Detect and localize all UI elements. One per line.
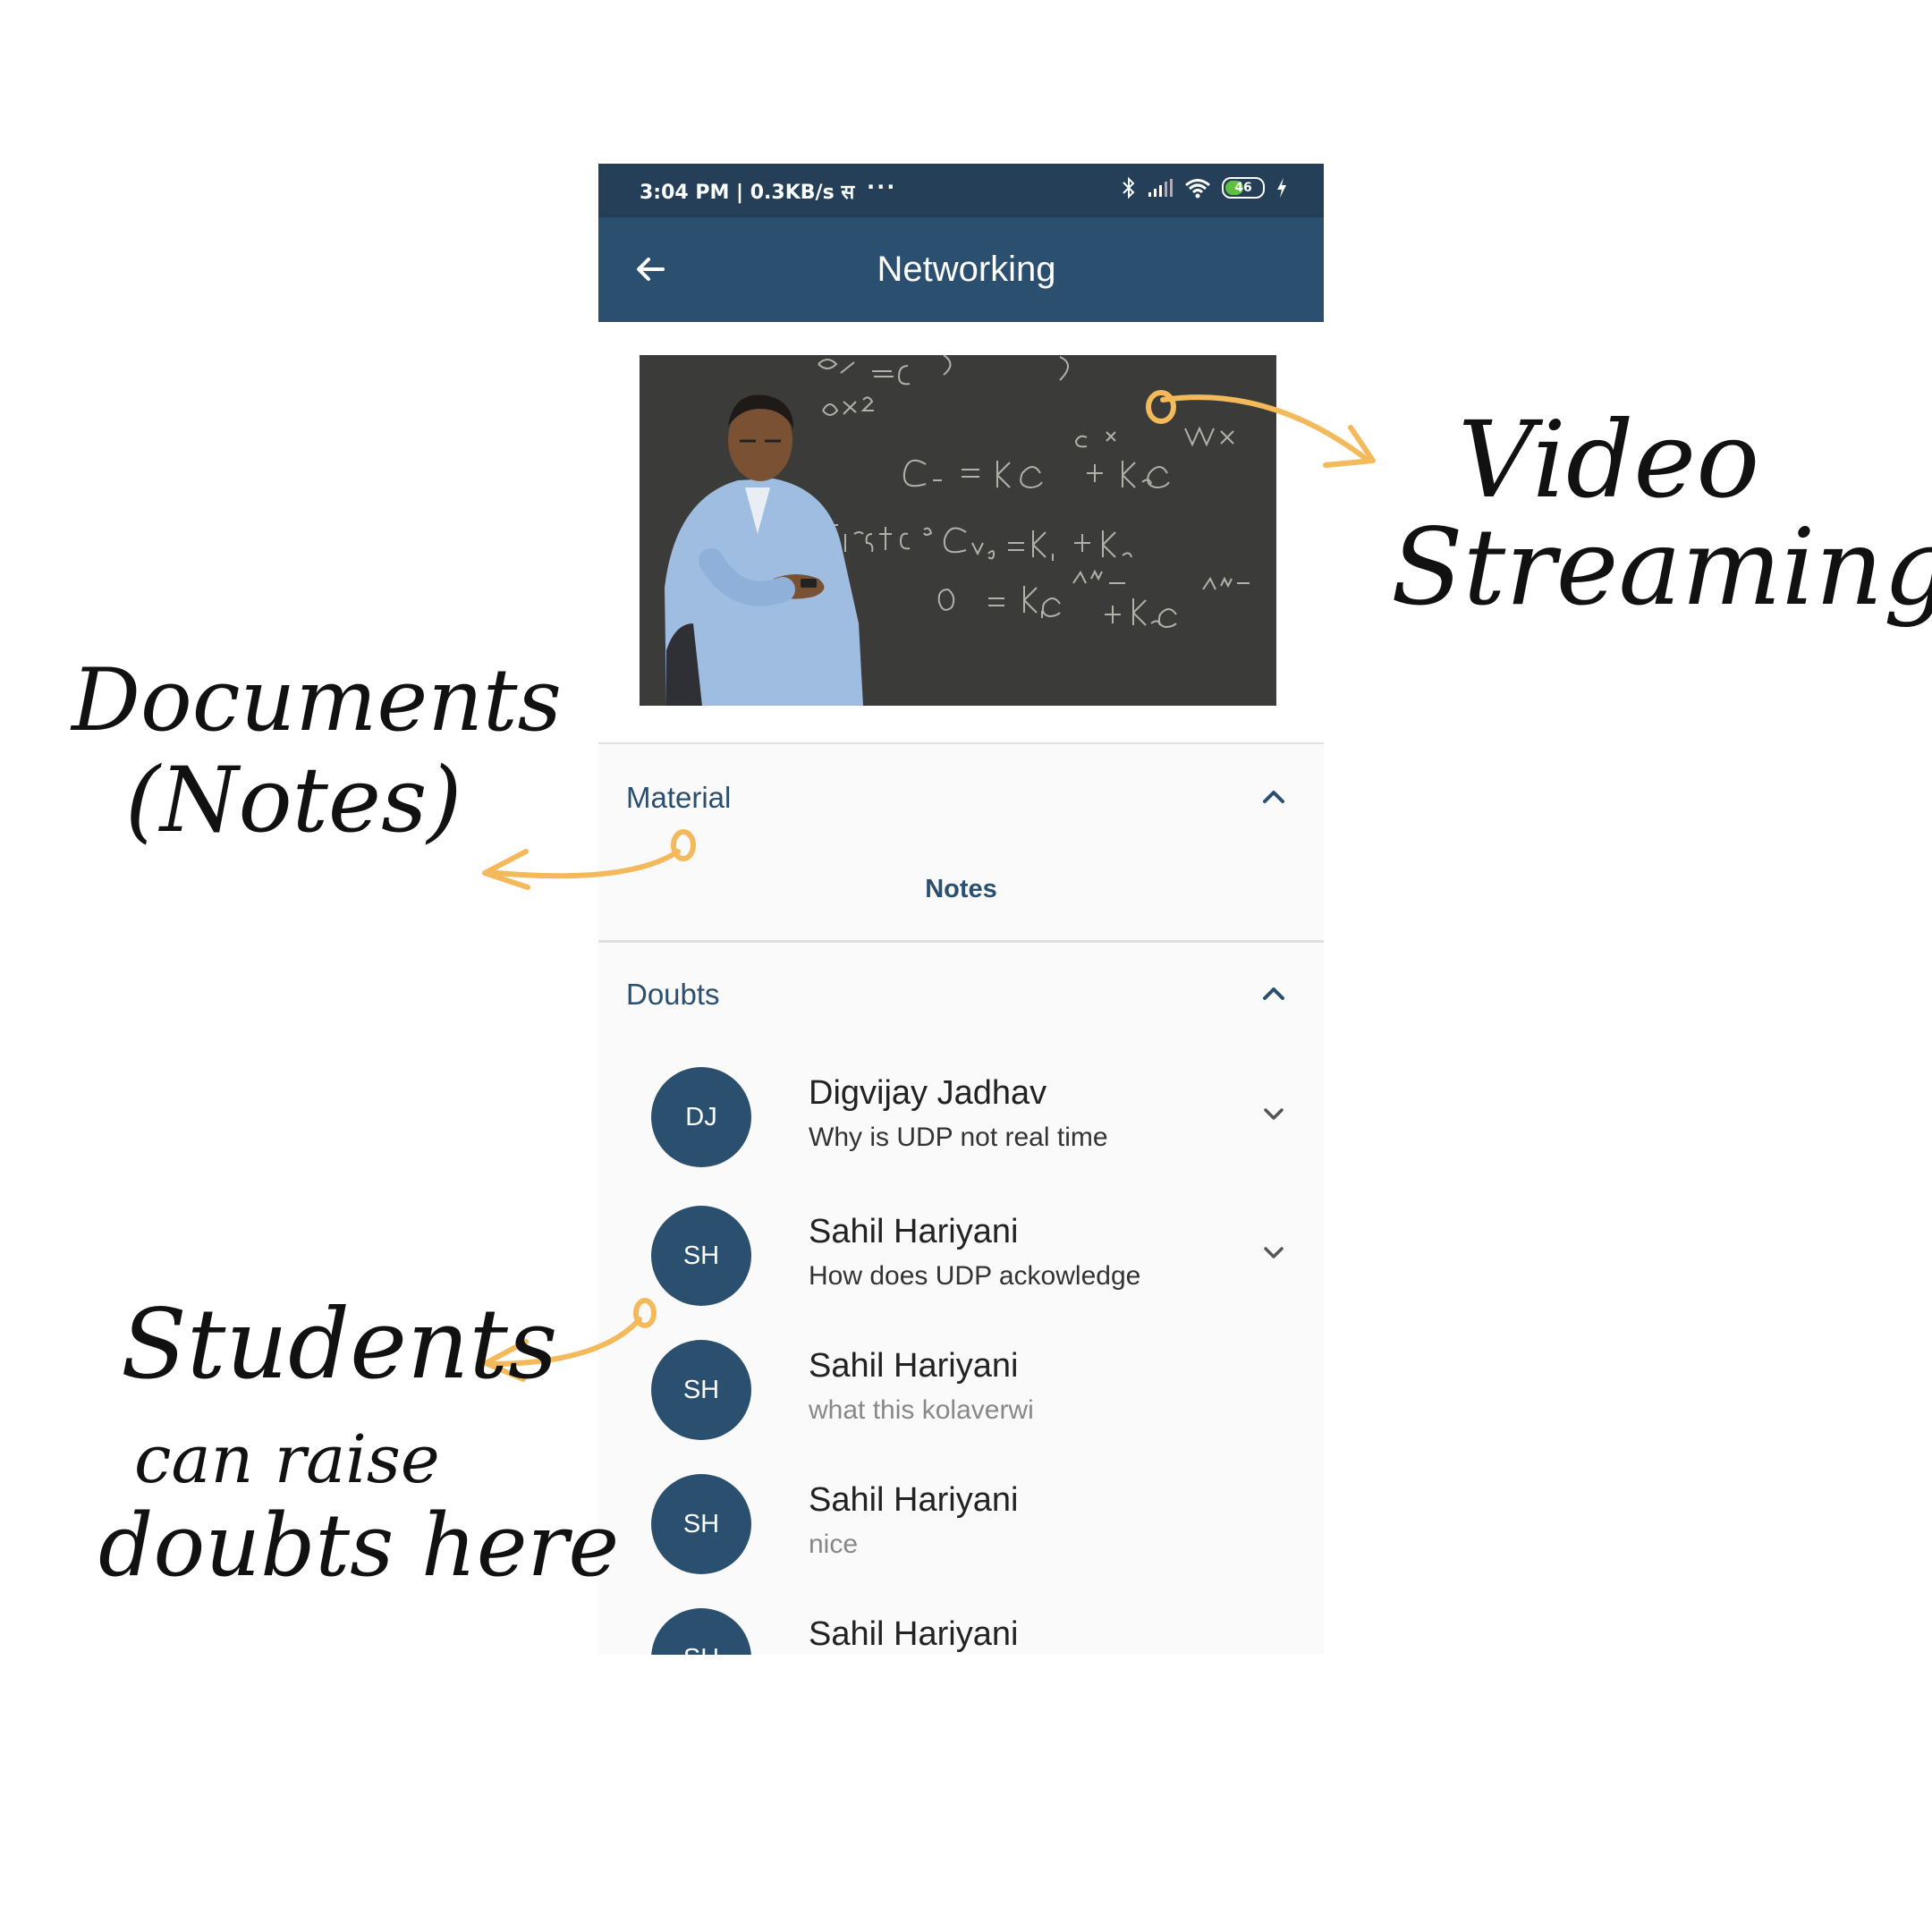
annotation-video: Video [1458, 398, 1760, 521]
video-arrow [1146, 390, 1376, 468]
annotation-arrows [482, 390, 1376, 1382]
annotation-doubts-here: doubts here [98, 1496, 620, 1596]
documents-arrow [482, 829, 696, 890]
annotation-streaming: Streaming [1391, 505, 1932, 629]
annotation-notes: (Notes) [125, 748, 462, 852]
annotation-students: Students [121, 1289, 558, 1401]
annotation-documents: Documents [72, 650, 562, 750]
annotation-can-raise: can raise [134, 1421, 440, 1498]
